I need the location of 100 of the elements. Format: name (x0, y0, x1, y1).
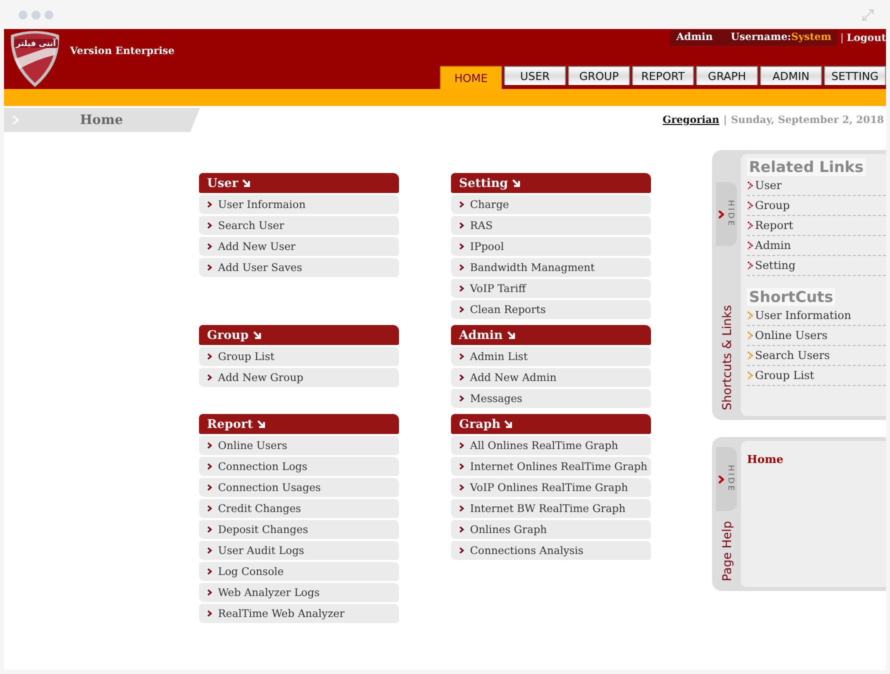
menu-item[interactable]: Credit Changes (199, 499, 399, 518)
sidebar-link[interactable]: Group (747, 196, 886, 216)
nav-tab[interactable]: SETTING (824, 66, 886, 85)
chevron-icon (747, 311, 753, 320)
page-title: Home (80, 112, 123, 128)
chevron-icon (459, 222, 464, 229)
nav-tab[interactable]: ADMIN (760, 66, 822, 85)
chevron-icon (12, 115, 20, 125)
section-header[interactable]: Admin (451, 325, 651, 345)
menu-item[interactable]: RAS (451, 216, 651, 235)
nav-tab[interactable]: USER (504, 66, 566, 85)
section-header[interactable]: Report (199, 414, 399, 434)
username-value: System (791, 30, 838, 46)
chevron-icon (207, 505, 212, 512)
chevron-icon (207, 442, 212, 449)
chevron-icon (207, 201, 212, 208)
chevron-icon (207, 264, 212, 271)
logout-link[interactable]: Logout (846, 32, 886, 44)
menu-item[interactable]: Add User Saves (199, 258, 399, 277)
menu-item[interactable]: VoIP Tariff (451, 279, 651, 298)
menu-item[interactable]: Clean Reports (451, 300, 651, 319)
menu-item[interactable]: Onlines Graph (451, 520, 651, 539)
chevron-icon (459, 201, 464, 208)
nav-tab[interactable]: HOME (440, 66, 502, 89)
sidebar-link[interactable]: Search Users (747, 346, 886, 366)
menu-item[interactable]: User Informaion (199, 195, 399, 214)
nav-tab[interactable]: REPORT (632, 66, 694, 85)
sidebar-link[interactable]: Admin (747, 236, 886, 256)
chevron-icon (747, 181, 753, 190)
menu-item[interactable]: Connection Usages (199, 478, 399, 497)
sidebar-link[interactable]: Group List (747, 366, 886, 386)
chevron-icon (747, 201, 753, 210)
menu-item[interactable]: Add New Group (199, 368, 399, 387)
menu-item[interactable]: Web Analyzer Logs (199, 583, 399, 602)
chevron-icon (747, 331, 753, 340)
menu-item[interactable]: Internet Onlines RealTime Graph (451, 457, 651, 476)
role-label: Admin (670, 30, 731, 46)
arrow-down-right-icon (506, 330, 516, 340)
chevron-icon (747, 371, 753, 380)
panel-tab-label[interactable]: Page Help (720, 520, 734, 581)
section-header[interactable]: Graph (451, 414, 651, 434)
menu-item[interactable]: Charge (451, 195, 651, 214)
sidebar-link[interactable]: Report (747, 216, 886, 236)
separator: | (839, 32, 845, 44)
username-label: Username: (730, 30, 792, 46)
chevron-icon (459, 374, 464, 381)
chevron-icon (747, 241, 753, 250)
section-header[interactable]: Group (199, 325, 399, 345)
menu-item[interactable]: All Onlines RealTime Graph (451, 436, 651, 455)
menu-item[interactable]: Connection Logs (199, 457, 399, 476)
date-label: Sunday, September 2, 2018 (730, 114, 884, 126)
arrow-down-right-icon (256, 420, 266, 428)
menu-item[interactable]: User Audit Logs (199, 541, 399, 560)
menu-item[interactable]: RealTime Web Analyzer (199, 604, 399, 623)
chevron-icon (459, 442, 464, 449)
chevron-icon (459, 306, 464, 313)
calendar-link[interactable]: Gregorian (662, 114, 720, 126)
chevron-icon (459, 463, 464, 470)
chevron-icon (207, 526, 212, 533)
menu-item[interactable]: VoIP Onlines RealTime Graph (451, 478, 651, 497)
chevron-icon (207, 568, 212, 575)
menu-item[interactable]: Group List (199, 347, 399, 366)
menu-item[interactable]: Bandwidth Managment (451, 258, 651, 277)
chevron-icon (459, 484, 464, 491)
panel-tab-label[interactable]: Shortcuts & Links (720, 304, 734, 410)
menu-item[interactable]: Deposit Changes (199, 520, 399, 539)
window-dots-icon (18, 10, 54, 20)
sidebar-link[interactable]: User (747, 176, 886, 196)
chevron-icon (459, 547, 464, 554)
chevron-icon (207, 484, 212, 491)
sidebar-link[interactable]: User Information (747, 306, 886, 326)
section-header[interactable]: User (199, 173, 399, 193)
menu-item[interactable]: Log Console (199, 562, 399, 581)
menu-item[interactable]: Connections Analysis (451, 541, 651, 560)
menu-item[interactable]: Admin List (451, 347, 651, 366)
chevron-icon (459, 353, 464, 360)
menu-item[interactable]: Online Users (199, 436, 399, 455)
menu-item[interactable]: Messages (451, 389, 651, 408)
arrow-down-right-icon (504, 420, 514, 428)
sidebar-link[interactable]: Online Users (747, 326, 886, 346)
chevron-icon (718, 210, 724, 218)
chevron-icon (459, 395, 464, 402)
chevron-icon (207, 374, 212, 381)
nav-tab[interactable]: GRAPH (696, 66, 758, 85)
nav-tab[interactable]: GROUP (568, 66, 630, 85)
version-label: Version Enterprise (70, 46, 175, 57)
menu-item[interactable]: Add New User (199, 237, 399, 256)
expand-icon[interactable] (862, 8, 874, 20)
menu-item[interactable]: Search User (199, 216, 399, 235)
chevron-icon (207, 589, 212, 596)
chevron-icon (207, 463, 212, 470)
chevron-icon (747, 261, 753, 270)
sidebar-link[interactable]: Setting (747, 256, 886, 276)
menu-item[interactable]: Add New Admin (451, 368, 651, 387)
menu-item[interactable]: Internet BW RealTime Graph (451, 499, 651, 518)
menu-item[interactable]: IPpool (451, 237, 651, 256)
chevron-icon (207, 610, 212, 617)
section-header[interactable]: Setting (451, 173, 651, 193)
hide-button[interactable]: HIDE (716, 447, 737, 511)
hide-button[interactable]: HIDE (716, 182, 737, 246)
